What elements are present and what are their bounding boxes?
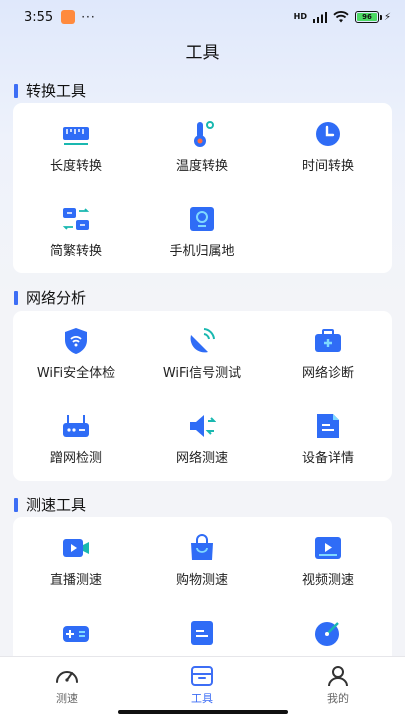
tool-wifi-security[interactable]: WiFi安全体检 bbox=[13, 327, 139, 381]
status-indicators: HD 96 ⚡ bbox=[294, 11, 391, 23]
home-indicator[interactable] bbox=[118, 710, 288, 714]
cellular-signal-icon bbox=[312, 11, 327, 23]
tool-label: 手机归属地 bbox=[169, 244, 235, 259]
document-icon bbox=[317, 414, 339, 438]
charging-icon: ⚡ bbox=[383, 11, 391, 23]
thermometer-icon bbox=[194, 121, 214, 147]
tool-length-conversion[interactable]: 长度转换 bbox=[13, 120, 139, 174]
notification-app-icon bbox=[61, 10, 76, 24]
status-bar: 3:55 ··· HD 96 ⚡ bbox=[0, 0, 405, 34]
section-marker bbox=[14, 290, 18, 305]
tool-freeloader-detection[interactable]: 蹭网检测 bbox=[13, 412, 139, 466]
section-marker bbox=[14, 83, 18, 98]
translate-icon bbox=[62, 208, 90, 230]
section-title-conversion: 转换工具 bbox=[14, 80, 86, 101]
tool-device-details[interactable]: 设备详情 bbox=[265, 412, 391, 466]
shopping-bag-icon bbox=[191, 534, 213, 560]
page-title: 工具 bbox=[185, 43, 220, 63]
tool-phone-location[interactable]: 手机归属地 bbox=[139, 205, 265, 259]
tab-label: 我的 bbox=[327, 692, 349, 705]
status-time: 3:55 bbox=[24, 9, 54, 25]
section-marker bbox=[14, 497, 18, 512]
signal-dish-icon bbox=[190, 328, 215, 353]
router-icon bbox=[63, 415, 89, 437]
toolbox-icon bbox=[191, 666, 213, 686]
tab-speed-test[interactable]: 测速 bbox=[37, 663, 97, 706]
tool-simplified-traditional[interactable]: 简繁转换 bbox=[13, 205, 139, 259]
tool-label: 蹭网检测 bbox=[49, 451, 102, 466]
video-player-icon bbox=[315, 537, 341, 559]
battery-level: 96 bbox=[356, 13, 377, 21]
tool-time-conversion[interactable]: 时间转换 bbox=[265, 120, 391, 174]
section-title-network: 网络分析 bbox=[14, 287, 86, 308]
tool-label: 长度转换 bbox=[49, 159, 102, 174]
tab-label: 测速 bbox=[56, 692, 78, 705]
gamepad-icon bbox=[63, 626, 89, 642]
tool-label: 设备详情 bbox=[301, 451, 354, 466]
network-type-label: HD bbox=[293, 12, 307, 21]
tool-video-speed[interactable]: 视频测速 bbox=[265, 534, 391, 588]
tool-live-speed[interactable]: 直播测速 bbox=[13, 534, 139, 588]
network-tools-card: WiFi安全体检 WiFi信号测试 网络诊断 蹭网检测 网络测速 设备详情 bbox=[13, 311, 392, 481]
tool-label: 简繁转换 bbox=[49, 244, 102, 259]
file-icon bbox=[191, 621, 213, 645]
conversion-tools-card: 长度转换 温度转换 时间转换 简繁转换 手机归属地 bbox=[13, 103, 392, 273]
section-title-label: 测速工具 bbox=[26, 496, 87, 514]
tool-label: 温度转换 bbox=[175, 159, 228, 174]
battery-icon: 96 ⚡ bbox=[354, 11, 391, 23]
tool-label: 时间转换 bbox=[301, 159, 354, 174]
user-icon bbox=[328, 666, 348, 687]
video-camera-icon bbox=[63, 539, 89, 557]
tool-file-speed[interactable] bbox=[139, 619, 265, 654]
tool-label: 网络诊断 bbox=[301, 366, 354, 381]
tool-temperature-conversion[interactable]: 温度转换 bbox=[139, 120, 265, 174]
tab-tools[interactable]: 工具 bbox=[172, 663, 232, 706]
medical-kit-icon bbox=[315, 329, 341, 352]
wifi-status-icon bbox=[333, 11, 349, 23]
tool-label: 网络测速 bbox=[175, 451, 228, 466]
phone-location-icon bbox=[190, 207, 214, 231]
section-title-label: 网络分析 bbox=[26, 289, 87, 307]
tool-shopping-speed[interactable]: 购物测速 bbox=[139, 534, 265, 588]
tool-wifi-signal[interactable]: WiFi信号测试 bbox=[139, 327, 265, 381]
clock-icon bbox=[316, 122, 340, 146]
section-title-speed: 测速工具 bbox=[14, 494, 86, 515]
tool-network-diagnosis[interactable]: 网络诊断 bbox=[265, 327, 391, 381]
speaker-speed-icon bbox=[190, 415, 216, 437]
tab-label: 工具 bbox=[191, 692, 213, 705]
tool-label: 直播测速 bbox=[49, 573, 102, 588]
tool-label: 购物测速 bbox=[175, 573, 228, 588]
more-notifications-icon: ··· bbox=[81, 10, 96, 24]
tool-game-speed[interactable] bbox=[13, 619, 139, 654]
tool-label: WiFi安全体检 bbox=[36, 366, 116, 381]
ruler-icon bbox=[63, 127, 89, 145]
speedometer-icon bbox=[56, 671, 78, 683]
tool-radar-speed[interactable] bbox=[265, 619, 391, 654]
radar-icon bbox=[315, 622, 339, 646]
wifi-shield-icon bbox=[65, 328, 87, 354]
tool-network-speed[interactable]: 网络测速 bbox=[139, 412, 265, 466]
tool-label: WiFi信号测试 bbox=[162, 366, 242, 381]
tab-profile[interactable]: 我的 bbox=[308, 663, 368, 706]
tool-label: 视频测速 bbox=[301, 573, 354, 588]
section-title-label: 转换工具 bbox=[26, 82, 87, 100]
